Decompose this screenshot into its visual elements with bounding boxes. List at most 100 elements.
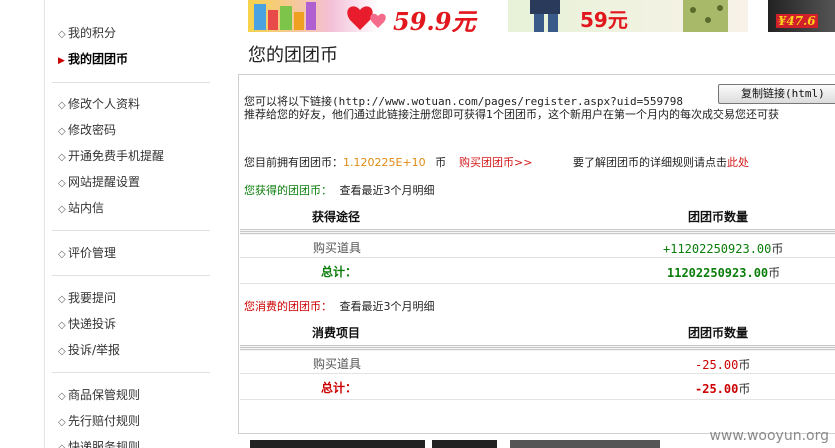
- diamond-bullet-icon: ◇: [58, 320, 66, 331]
- spent-title: 您消费的团团币：: [244, 300, 332, 313]
- sidebar-item-label: 评价管理: [68, 246, 117, 260]
- diamond-bullet-icon: ◇: [58, 100, 66, 111]
- sidebar-item-ask-question[interactable]: ◇ 我要提问: [58, 289, 116, 307]
- sidebar: ◇ 我的积分 ▶ 我的团团币 ◇ 修改个人资料 ◇ 修改密码 ◇ 开通免费手机提醒 ◇ 网站…: [0, 0, 225, 448]
- balance-unit: 币: [435, 156, 447, 169]
- bottom-thumbnail: [250, 440, 425, 448]
- sidebar-item-courier-complaint[interactable]: ◇ 快递投诉: [58, 315, 116, 333]
- diamond-bullet-icon: ◇: [58, 294, 66, 305]
- sidebar-item-report[interactable]: ◇ 投诉/举报: [58, 341, 120, 359]
- spent-heading: 您消费的团团币： 查看最近3个月明细: [244, 298, 435, 314]
- row-divider: [240, 283, 835, 284]
- arrow-right-icon: ▶: [58, 56, 65, 66]
- sidebar-item-change-password[interactable]: ◇ 修改密码: [58, 121, 116, 139]
- spent-total-label: 总计：: [321, 381, 358, 395]
- column-header-source: 获得途径: [312, 210, 361, 224]
- banner-price: 59.9元: [393, 7, 476, 32]
- earned-heading: 您获得的团团币： 查看最近3个月明细: [244, 182, 435, 198]
- earned-subtitle[interactable]: 查看最近3个月明细: [340, 184, 435, 197]
- sidebar-item-tuantuan-coins[interactable]: ▶ 我的团团币: [58, 50, 128, 68]
- banner-price: 59元: [580, 8, 628, 32]
- column-header-item: 消费项目: [312, 326, 361, 340]
- sidebar-item-label: 站内信: [68, 201, 105, 215]
- sidebar-item-edit-profile[interactable]: ◇ 修改个人资料: [58, 95, 140, 113]
- bottom-thumbnail: [510, 440, 660, 448]
- sidebar-group-divider: [52, 230, 210, 231]
- diamond-bullet-icon: ◇: [58, 391, 66, 402]
- diamond-bullet-icon: ◇: [58, 204, 66, 215]
- earned-table-header: 获得途径 团团币数量: [240, 206, 835, 228]
- sidebar-item-label: 先行赔付规则: [68, 414, 141, 428]
- diamond-bullet-icon: ◇: [58, 346, 66, 357]
- sidebar-group-divider: [52, 82, 210, 83]
- diamond-bullet-icon: ◇: [58, 178, 66, 189]
- column-header-amount: 团团币数量: [688, 326, 749, 340]
- row-divider: [240, 257, 835, 258]
- amount-unit: 币: [771, 242, 784, 256]
- sidebar-item-label: 修改个人资料: [68, 97, 141, 111]
- rules-link[interactable]: 此处: [727, 156, 749, 169]
- spent-subtitle[interactable]: 查看最近3个月明细: [340, 300, 435, 313]
- rules-line: 要了解团团币的详细规则请点击此处: [573, 154, 749, 170]
- balance-value: 1.120225E+10: [343, 156, 426, 169]
- amount-value: +11202250923.00: [663, 242, 772, 256]
- rules-text: 要了解团团币的详细规则请点击: [573, 156, 727, 169]
- promo-banner-3[interactable]: ¥47.6: [768, 0, 835, 32]
- sidebar-item-custody-rules[interactable]: ◇ 商品保管规则: [58, 386, 140, 404]
- sidebar-group-divider: [52, 275, 210, 276]
- promo-banner-1[interactable]: 59.9元: [248, 0, 486, 32]
- sidebar-item-site-alerts[interactable]: ◇ 网站提醒设置: [58, 173, 140, 191]
- sidebar-item-label: 我要提问: [68, 291, 117, 305]
- spent-table-header: 消费项目 团团币数量: [240, 322, 835, 344]
- row-divider: [240, 399, 835, 400]
- earned-row-source: 购买道具: [313, 241, 362, 255]
- sidebar-item-label: 快递投诉: [68, 317, 117, 331]
- diamond-bullet-icon: ◇: [58, 152, 66, 163]
- column-header-amount: 团团币数量: [688, 210, 749, 224]
- buy-coins-link[interactable]: 购买团团币>>: [459, 154, 532, 170]
- sidebar-item-mobile-alerts[interactable]: ◇ 开通免费手机提醒: [58, 147, 164, 165]
- referral-description: 推荐给您的好友，他们通过此链接注册您即可获得1个团团币，这个新用户在第一个月内的…: [244, 108, 779, 121]
- sidebar-group-divider: [52, 372, 210, 373]
- sidebar-item-label: 网站提醒设置: [68, 175, 141, 189]
- amount-value: 11202250923.00: [667, 266, 769, 280]
- amount-unit: 币: [738, 382, 751, 396]
- watermark: www.wooyun.org: [709, 428, 829, 444]
- earned-title: 您获得的团团币：: [244, 184, 332, 197]
- diamond-bullet-icon: ◇: [58, 126, 66, 137]
- bottom-thumbnail: [432, 440, 497, 448]
- sidebar-item-label: 修改密码: [68, 123, 117, 137]
- diamond-bullet-icon: ◇: [58, 440, 68, 448]
- balance-label: 您目前拥有团团币：: [244, 156, 343, 169]
- table-separator: [240, 229, 835, 235]
- earned-total-amount: 11202250923.00币: [667, 264, 780, 281]
- copy-link-button[interactable]: 复制链接(html): [718, 84, 835, 104]
- sidebar-item-messages[interactable]: ◇ 站内信: [58, 199, 104, 217]
- sidebar-divider: [44, 0, 45, 448]
- banner-price: ¥47.6: [776, 14, 818, 28]
- sidebar-item-label: 商品保管规则: [68, 388, 141, 402]
- spent-row-item: 购买道具: [313, 357, 362, 371]
- amount-unit: 币: [768, 266, 781, 280]
- sidebar-item-label: 快递服务规则: [68, 440, 141, 448]
- sidebar-item-courier-rules[interactable]: ◇快递服务规则: [58, 438, 140, 448]
- sidebar-item-compensation-rules[interactable]: ◇ 先行赔付规则: [58, 412, 140, 430]
- sidebar-item-label: 我的积分: [68, 26, 117, 40]
- earned-total-label: 总计：: [321, 265, 358, 279]
- page-title: 您的团团币: [248, 45, 338, 66]
- row-divider: [240, 373, 835, 374]
- sidebar-item-label: 投诉/举报: [68, 343, 121, 357]
- amount-unit: 币: [738, 358, 751, 372]
- sidebar-item-label: 我的团团币: [68, 52, 129, 66]
- promo-banner-2[interactable]: 59元: [508, 0, 748, 32]
- spent-row-amount: -25.00币: [695, 356, 750, 373]
- diamond-bullet-icon: ◇: [58, 417, 66, 428]
- model-image: [530, 0, 728, 32]
- diamond-bullet-icon: ◇: [58, 249, 66, 260]
- balance-line: 您目前拥有团团币：1.120225E+10 币: [244, 154, 446, 170]
- sidebar-item-reviews[interactable]: ◇ 评价管理: [58, 244, 116, 262]
- earned-row-amount: +11202250923.00币: [663, 240, 783, 257]
- sidebar-item-label: 开通免费手机提醒: [68, 149, 165, 163]
- sidebar-item-points[interactable]: ◇ 我的积分: [58, 24, 116, 42]
- amount-value: -25.00: [695, 382, 739, 396]
